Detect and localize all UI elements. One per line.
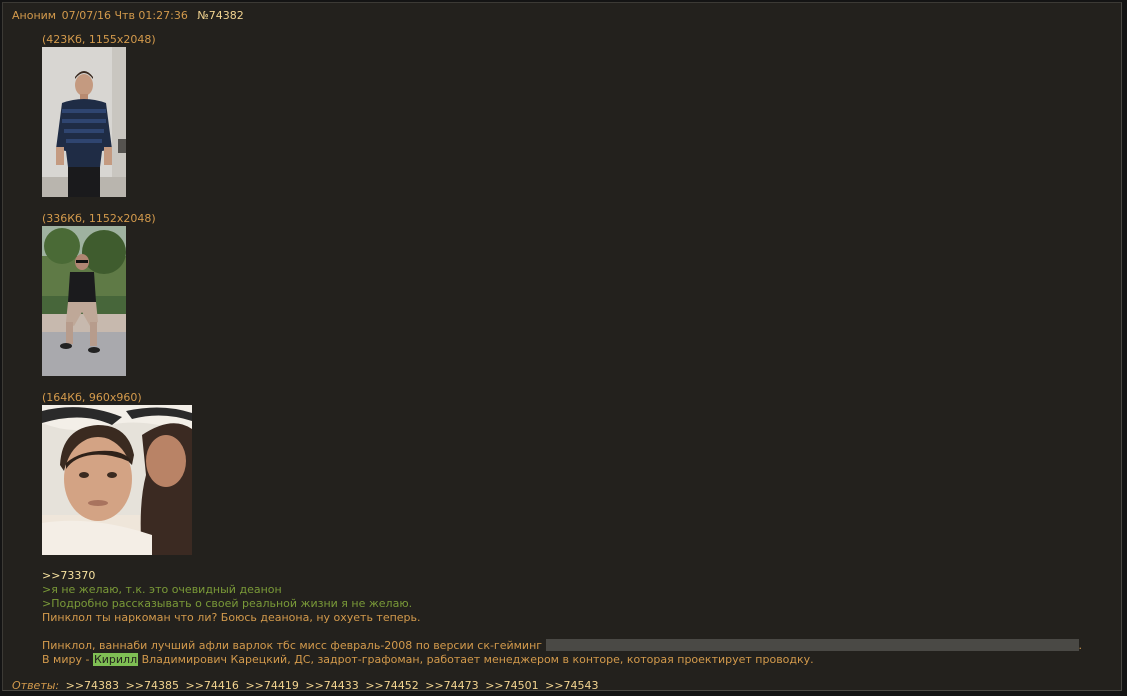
reply-link-74416[interactable]: >>74416 (186, 679, 239, 692)
image-thumbnail-3[interactable] (42, 405, 192, 555)
text-line-2-suffix: . (1078, 639, 1083, 652)
post-container: Аноним 07/07/16 Чтв 01:27:36 №74382 (423… (2, 2, 1122, 692)
image-thumbnail-2[interactable] (42, 226, 126, 376)
reply-link-74543[interactable]: >>74543 (545, 679, 598, 692)
text-line-3: В миру - Кирилл Владимирович Карецкий, Д… (42, 653, 1082, 667)
post-header: Аноним 07/07/16 Чтв 01:27:36 №74382 (12, 9, 244, 22)
image-thumbnail-1[interactable] (42, 47, 126, 197)
text-line-3-suffix: Владимирович Карецкий, ДС, задрот-графом… (138, 653, 814, 666)
post-number[interactable]: №74382 (197, 9, 243, 22)
reply-link-74452[interactable]: >>74452 (365, 679, 418, 692)
post-body: >>73370 >я не желаю, т.к. это очевидный … (42, 569, 1082, 667)
photo-selfie-couple-icon (42, 405, 192, 555)
text-line-2: Пинклол, ваннаби лучший афли варлок тбс … (42, 639, 1082, 653)
reply-link-74383[interactable]: >>74383 (66, 679, 119, 692)
photo-standing-man-icon (42, 47, 126, 197)
reply-link-74501[interactable]: >>74501 (485, 679, 538, 692)
post-date: 07/07/16 Чтв 01:27:36 (61, 9, 188, 22)
file-info-3[interactable]: (164Кб, 960x960) (42, 391, 142, 404)
replies-label: Ответы: (12, 679, 60, 692)
reply-link-74473[interactable]: >>74473 (425, 679, 478, 692)
reply-link[interactable]: >>73370 (42, 569, 95, 582)
text-line-3-prefix: В миру - (42, 653, 93, 666)
reply-link-74433[interactable]: >>74433 (305, 679, 358, 692)
author-name: Аноним (12, 9, 57, 22)
reply-link-74419[interactable]: >>74419 (245, 679, 298, 692)
spoiler-block[interactable] (545, 639, 1079, 651)
text-line-1: Пинклол ты наркоман что ли? Боюсь деанон… (42, 611, 421, 624)
quote-line-2: >Подробно рассказывать о своей реальной … (42, 597, 413, 610)
quote-line-1: >я не желаю, т.к. это очевидный деанон (42, 583, 282, 596)
photo-sitting-man-icon (42, 226, 126, 376)
reply-link-74385[interactable]: >>74385 (126, 679, 179, 692)
file-info-1[interactable]: (423Кб, 1155x2048) (42, 33, 156, 46)
replies-bar: Ответы: >>74383 >>74385 >>74416 >>74419 … (12, 679, 599, 692)
file-info-2[interactable]: (336Кб, 1152x2048) (42, 212, 156, 225)
highlighted-name: Кирилл (92, 653, 139, 666)
text-line-2-prefix: Пинклол, ваннаби лучший афли варлок тбс … (42, 639, 543, 652)
